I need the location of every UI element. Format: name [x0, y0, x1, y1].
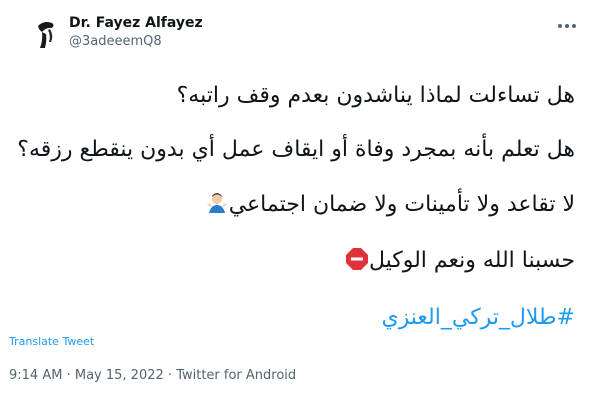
tweet-author: Dr. Fayez Alfayez @3adeeemQ8 — [69, 14, 203, 51]
tweet-date[interactable]: May 15, 2022 — [75, 368, 164, 383]
tweet-text-segment: لا تقاعد ولا تأمينات ولا ضمان اجتماعي — [228, 192, 575, 217]
separator: · — [167, 368, 173, 383]
author-display-name[interactable]: Dr. Fayez Alfayez — [69, 14, 203, 32]
avatar[interactable] — [28, 14, 64, 50]
separator: · — [66, 368, 71, 383]
avatar-icon — [28, 14, 64, 50]
tweet-text-line: حسبنا الله ونعم الوكيل — [339, 246, 575, 280]
author-handle[interactable]: @3adeeemQ8 — [69, 33, 203, 51]
tweet-metadata: 9:14 AM · May 15, 2022 · Twitter for And… — [9, 368, 296, 383]
tweet-time[interactable]: 9:14 AM — [9, 368, 62, 383]
hashtag-link[interactable]: #طلال_تركي_العنزي — [381, 303, 575, 333]
tweet-text-line: لا تقاعد ولا تأمينات ولا ضمان اجتماعي — [199, 190, 575, 224]
tweet-text-line: هل تعلم بأنه بمجرد وفاة أو ايقاف عمل أي … — [17, 137, 575, 162]
stop-sign-emoji — [345, 247, 369, 280]
tweet-text-line: هل تساءلت لماذا يناشدون بعدم وقف راتبه؟ — [176, 83, 575, 108]
tweet-text-segment: حسبنا الله ونعم الوكيل — [368, 248, 575, 273]
tweet-source[interactable]: Twitter for Android — [176, 368, 296, 383]
translate-tweet-link[interactable]: Translate Tweet — [9, 335, 94, 348]
more-options-button[interactable] — [555, 16, 579, 36]
more-options-icon — [558, 24, 576, 28]
man-shrugging-emoji — [205, 191, 229, 224]
